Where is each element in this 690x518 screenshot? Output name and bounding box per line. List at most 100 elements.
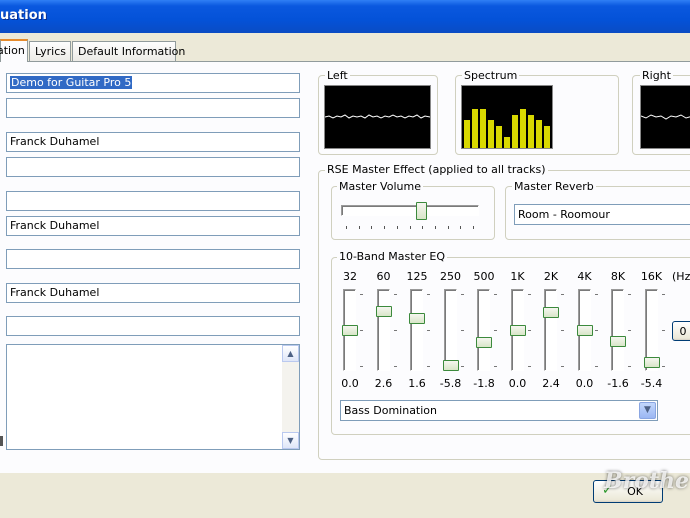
music-field[interactable]: Franck Duhamel [6, 216, 300, 236]
eq-band-slider[interactable] [509, 324, 526, 336]
eq-band-tick [460, 330, 464, 331]
eq-band-tick [561, 330, 564, 331]
spectrum-display [461, 85, 553, 149]
eq-band-value: -5.8 [439, 377, 462, 390]
eq-band-tick [628, 366, 631, 367]
master-reverb-label: Master Reverb [512, 180, 596, 193]
artist-field[interactable]: Franck Duhamel [6, 132, 300, 152]
tab-lyrics-label: Lyrics [35, 45, 66, 58]
eq-band-slider[interactable] [409, 313, 425, 325]
master-reverb-value: Room - Roomour [518, 208, 610, 221]
eq-band-tick [661, 330, 665, 331]
chevron-down-icon[interactable]: ▼ [639, 402, 656, 419]
spectrum-bar [472, 109, 478, 148]
volume-tick [460, 226, 462, 229]
spectrum-bar [488, 120, 494, 148]
eq-band-track [376, 289, 390, 371]
instructions-field[interactable] [6, 316, 300, 336]
volume-tick [473, 226, 474, 229]
spectrum-bar [536, 120, 542, 148]
eq-band-tick [460, 294, 464, 295]
eq-band-slider[interactable] [610, 335, 626, 347]
eq-band-tick [494, 366, 497, 367]
eq-band-track [544, 289, 557, 371]
eq-band-slider[interactable] [476, 337, 492, 349]
eq-band-value: 0.0 [575, 377, 594, 390]
eq-band-value: -1.8 [473, 377, 495, 390]
eq-band-tick [527, 294, 531, 295]
eq-band-freq: 32 [343, 270, 357, 283]
eq-band-slider[interactable] [576, 324, 593, 336]
eq-band-slider[interactable] [375, 306, 392, 318]
eq-band-freq: 8K [610, 270, 626, 283]
eq-band-value: 2.6 [374, 377, 393, 390]
volume-tick [434, 226, 436, 229]
eq-band-tick [527, 330, 531, 331]
eq-band-value: -1.6 [607, 377, 629, 390]
eq-reset-label: 0 [679, 325, 687, 338]
tab-lyrics[interactable]: Lyrics [29, 41, 71, 61]
scroll-down-icon[interactable]: ▼ [282, 432, 299, 449]
eq-band-freq: 60 [376, 270, 391, 283]
author-field[interactable] [6, 191, 300, 211]
left-scope-label: Left [325, 69, 350, 82]
eq-band-track [443, 289, 457, 371]
watermark-logo: Brothe [604, 468, 689, 494]
subtitle-field[interactable] [6, 98, 300, 118]
window-title: uation [0, 8, 47, 23]
eq-band-value: 1.6 [408, 377, 426, 390]
memo-scrollbar[interactable]: ▲ ▼ [282, 345, 299, 449]
watermark-text: Brothe [604, 468, 690, 494]
eq-band-freq: 1K [510, 270, 525, 283]
notice-memo[interactable]: ▲ ▼ [6, 344, 300, 450]
eq-band-tick [360, 330, 363, 331]
title-bar: uation [0, 0, 690, 33]
eq-band-value: -5.4 [640, 377, 663, 390]
eq-reset-button[interactable]: 0 [672, 321, 690, 341]
eq-band-freq: 2K [543, 270, 559, 283]
eq-band-slider[interactable] [543, 307, 559, 319]
spectrum-bar [512, 115, 518, 148]
tab-information-label: ation [0, 44, 25, 57]
volume-tick [447, 226, 449, 229]
volume-tick [422, 226, 424, 229]
volume-tick [396, 226, 398, 229]
master-volume-slider[interactable] [415, 202, 427, 220]
eq-band-freq: 250 [440, 270, 461, 283]
volume-tick [409, 226, 411, 229]
eq-preset-select[interactable]: Bass Domination ▼ [340, 400, 658, 421]
tab-author-field[interactable]: Franck Duhamel [6, 283, 300, 303]
scroll-up-icon[interactable]: ▲ [282, 345, 299, 362]
eq-band-tick [661, 366, 665, 367]
title-field-text: Demo for Guitar Pro 5 [10, 76, 133, 89]
eq-band-track [477, 289, 490, 371]
album-field[interactable] [6, 157, 300, 177]
copyright-field[interactable] [6, 249, 300, 269]
eq-band-tick [594, 294, 598, 295]
tab-information[interactable]: ation [0, 39, 28, 62]
title-field[interactable]: Demo for Guitar Pro 5 [6, 73, 300, 93]
spectrum-bar [496, 126, 502, 148]
eq-band-tick [628, 330, 631, 331]
master-reverb-select[interactable]: Room - Roomour [514, 204, 690, 225]
eq-band-tick [393, 294, 397, 295]
volume-tick [346, 226, 347, 229]
eq-band-slider[interactable] [643, 357, 660, 369]
eq-band-slider[interactable] [342, 324, 358, 336]
eq-band-tick [561, 294, 564, 295]
eq-band-freq: 500 [473, 270, 495, 283]
eq-band-freq: 125 [406, 270, 428, 283]
eq-band-tick [360, 366, 363, 367]
tab-default-information[interactable]: Default Information [72, 41, 185, 61]
spectrum-bars [464, 109, 550, 148]
eq-band-tick [393, 330, 397, 331]
right-scope-label: Right [640, 69, 673, 82]
eq-band-tick [427, 330, 430, 331]
spectrum-bar [528, 115, 534, 148]
eq-band-tick [561, 366, 564, 367]
eq-unit-label: (Hz [672, 270, 690, 283]
eq-band-tick [360, 294, 363, 295]
spectrum-bar [520, 109, 526, 148]
eq-band-track [410, 289, 423, 371]
eq-band-slider[interactable] [442, 360, 459, 371]
